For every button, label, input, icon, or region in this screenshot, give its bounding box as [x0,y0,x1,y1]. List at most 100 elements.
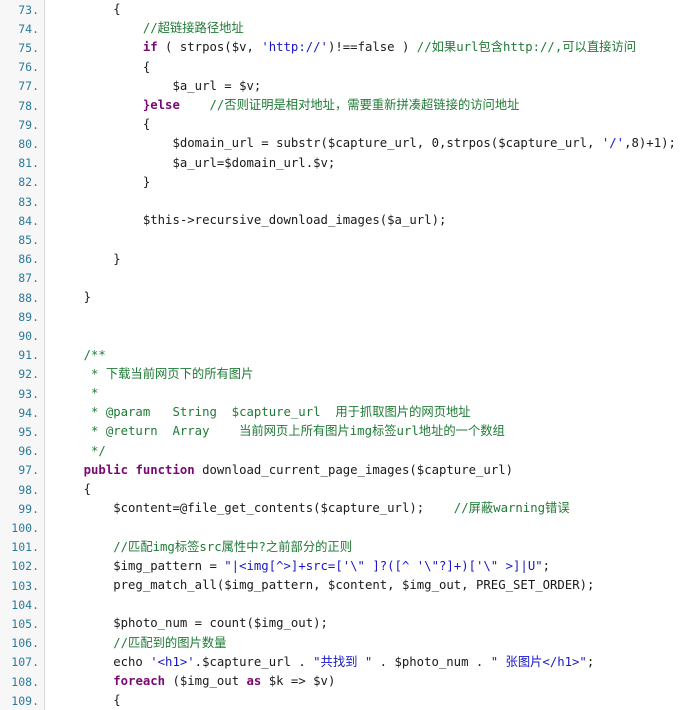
code-token-plain: $domain_url = substr($capture_url, 0,str… [54,136,602,150]
code-line-row[interactable]: 73. { [0,0,685,19]
code-token-plain: } [54,252,121,266]
code-line-content[interactable]: $domain_url = substr($capture_url, 0,str… [45,134,685,153]
code-line-content[interactable] [45,307,685,326]
code-line-row[interactable]: 109. { [0,691,685,710]
code-line-row[interactable]: 96. */ [0,442,685,461]
code-line-row[interactable]: 77. $a_url = $v; [0,77,685,96]
code-line-text: preg_match_all($img_pattern, $content, $… [54,576,685,595]
code-line-row[interactable]: 94. * @param String $capture_url 用于抓取图片的… [0,403,685,422]
code-token-plain: ; [587,655,594,669]
line-number: 92. [0,365,45,384]
code-token-comment: * [54,386,98,400]
code-line-content[interactable]: $this->recursive_download_images($a_url)… [45,211,685,230]
code-line-row[interactable]: 91. /** [0,346,685,365]
code-line-row[interactable]: 92. * 下载当前网页下的所有图片 [0,365,685,384]
code-token-plain: $content=@file_get_contents($capture_url… [54,501,446,515]
code-line-content[interactable]: echo '<h1>'.$capture_url . "共找到 " . $pho… [45,653,685,672]
code-line-row[interactable]: 86. } [0,250,685,269]
code-line-row[interactable]: 102. $img_pattern = "|<img[^>]+src=['\" … [0,557,685,576]
code-line-content[interactable] [45,326,685,345]
code-line-row[interactable]: 76. { [0,58,685,77]
code-line-row[interactable]: 88. } [0,288,685,307]
code-line-content[interactable]: preg_match_all($img_pattern, $content, $… [45,576,685,595]
code-line-row[interactable]: 97. public function download_current_pag… [0,461,685,480]
code-line-content[interactable]: } [45,288,685,307]
code-line-row[interactable]: 99. $content=@file_get_contents($capture… [0,499,685,518]
code-line-row[interactable]: 81. $a_url=$domain_url.$v; [0,154,685,173]
line-number: 99. [0,499,45,518]
code-line-text: $content=@file_get_contents($capture_url… [54,499,685,518]
code-line-row[interactable]: 80. $domain_url = substr($capture_url, 0… [0,134,685,153]
code-line-row[interactable]: 83. [0,192,685,211]
code-line-content[interactable] [45,518,685,537]
code-line-content[interactable]: foreach ($img_out as $k => $v) [45,672,685,691]
code-line-text: $a_url = $v; [54,77,685,96]
code-line-content[interactable] [45,230,685,249]
code-line-content[interactable]: if ( strpos($v, 'http://')!==false ) //如… [45,38,685,57]
code-line-row[interactable]: 74. //超链接路径地址 [0,19,685,38]
line-number: 80. [0,134,45,153]
code-line-content[interactable]: { [45,58,685,77]
code-token-keyword: public function [84,463,195,477]
code-line-content[interactable]: /** [45,346,685,365]
line-number: 84. [0,211,45,230]
code-line-content[interactable]: * 下载当前网页下的所有图片 [45,365,685,384]
code-line-content[interactable]: { [45,480,685,499]
code-token-string: '/' [602,136,624,150]
code-line-row[interactable]: 87. [0,269,685,288]
code-line-content[interactable]: //超链接路径地址 [45,19,685,38]
code-viewer[interactable]: 73. {74. //超链接路径地址75. if ( strpos($v, 'h… [0,0,685,668]
code-line-row[interactable]: 82. } [0,173,685,192]
code-line-row[interactable]: 78. }else //否则证明是相对地址，需要重新拼凑超链接的访问地址 [0,96,685,115]
code-token-string: "|<img[^>]+src=['\" ]?([^ '\"?]+)['\" >]… [224,559,542,573]
code-line-content[interactable]: $a_url = $v; [45,77,685,96]
line-number: 75. [0,38,45,57]
code-line-content[interactable]: //匹配img标签src属性中?之前部分的正则 [45,538,685,557]
code-line-content[interactable]: { [45,691,685,710]
code-line-row[interactable]: 90. [0,326,685,345]
code-line-content[interactable]: $a_url=$domain_url.$v; [45,154,685,173]
code-line-row[interactable]: 89. [0,307,685,326]
code-line-content[interactable]: { [45,0,685,19]
code-line-content[interactable] [45,269,685,288]
code-line-row[interactable]: 100. [0,518,685,537]
code-line-content[interactable]: public function download_current_page_im… [45,461,685,480]
code-line-content[interactable]: * @param String $capture_url 用于抓取图片的网页地址 [45,403,685,422]
code-line-row[interactable]: 104. [0,595,685,614]
code-line-row[interactable]: 85. [0,230,685,249]
code-token-keyword: }else [143,98,180,112]
code-line-content[interactable]: * @return Array 当前网页上所有图片img标签url地址的一个数组 [45,422,685,441]
code-line-content[interactable]: * [45,384,685,403]
code-line-content[interactable] [45,192,685,211]
code-token-comment: */ [54,444,106,458]
code-line-content[interactable]: $content=@file_get_contents($capture_url… [45,499,685,518]
code-lines-table: 73. {74. //超链接路径地址75. if ( strpos($v, 'h… [0,0,685,710]
code-line-row[interactable]: 79. { [0,115,685,134]
code-line-content[interactable] [45,595,685,614]
code-line-content[interactable]: } [45,250,685,269]
code-token-plain [54,674,113,688]
code-line-content[interactable]: } [45,173,685,192]
code-line-text: { [54,115,685,134]
line-number: 104. [0,595,45,614]
code-line-content[interactable]: $img_pattern = "|<img[^>]+src=['\" ]?([^… [45,557,685,576]
code-line-content[interactable]: */ [45,442,685,461]
code-line-content[interactable]: $photo_num = count($img_out); [45,614,685,633]
code-line-row[interactable]: 107. echo '<h1>'.$capture_url . "共找到 " .… [0,653,685,672]
code-line-row[interactable]: 84. $this->recursive_download_images($a_… [0,211,685,230]
code-line-row[interactable]: 95. * @return Array 当前网页上所有图片img标签url地址的… [0,422,685,441]
code-token-plain: $a_url = $v; [54,79,261,93]
code-line-row[interactable]: 101. //匹配img标签src属性中?之前部分的正则 [0,538,685,557]
code-line-content[interactable]: { [45,115,685,134]
code-line-text: $this->recursive_download_images($a_url)… [54,211,685,230]
code-line-row[interactable]: 93. * [0,384,685,403]
code-line-row[interactable]: 105. $photo_num = count($img_out); [0,614,685,633]
code-line-row[interactable]: 98. { [0,480,685,499]
code-line-row[interactable]: 103. preg_match_all($img_pattern, $conte… [0,576,685,595]
code-line-content[interactable]: //匹配到的图片数量 [45,634,685,653]
code-line-row[interactable]: 106. //匹配到的图片数量 [0,634,685,653]
code-token-plain [54,98,143,112]
code-line-row[interactable]: 75. if ( strpos($v, 'http://')!==false )… [0,38,685,57]
code-line-row[interactable]: 108. foreach ($img_out as $k => $v) [0,672,685,691]
code-line-content[interactable]: }else //否则证明是相对地址，需要重新拼凑超链接的访问地址 [45,96,685,115]
